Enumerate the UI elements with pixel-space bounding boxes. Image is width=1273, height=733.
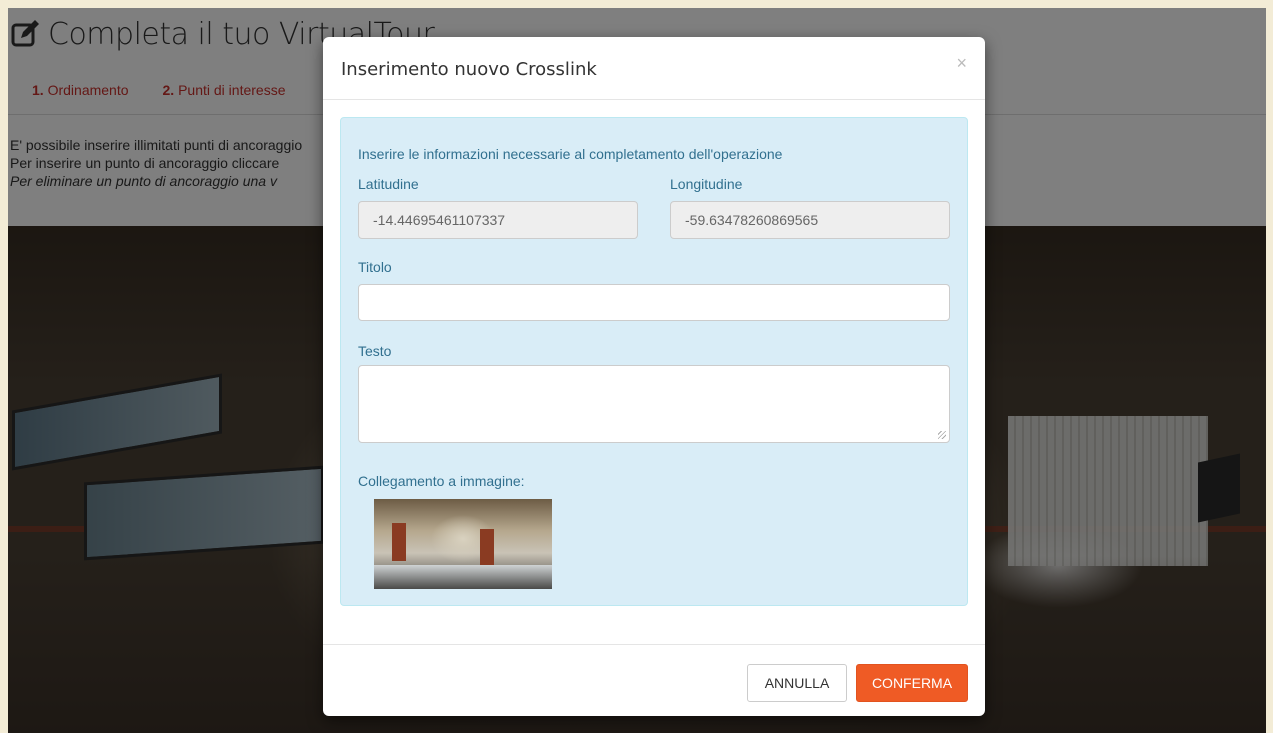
titolo-input[interactable]: [358, 284, 950, 321]
modal-header: Inserimento nuovo Crosslink ×: [323, 37, 985, 100]
latitude-field[interactable]: -14.44695461107337: [358, 201, 638, 239]
longitude-field[interactable]: -59.63478260869565: [670, 201, 950, 239]
testo-textarea[interactable]: [358, 365, 950, 443]
longitude-label: Longitudine: [670, 176, 743, 192]
image-link-label: Collegamento a immagine:: [358, 473, 525, 489]
testo-wrapper: [358, 365, 950, 443]
confirm-button[interactable]: CONFERMA: [856, 664, 968, 702]
modal-title: Inserimento nuovo Crosslink: [341, 59, 597, 80]
modal-footer: ANNULLA CONFERMA: [323, 644, 985, 716]
form-panel: Inserire le informazioni necessarie al c…: [340, 117, 968, 606]
linked-image-thumbnail[interactable]: [374, 499, 552, 589]
crosslink-modal: Inserimento nuovo Crosslink × Inserire l…: [323, 37, 985, 716]
cancel-button[interactable]: ANNULLA: [747, 664, 847, 702]
close-icon[interactable]: ×: [956, 54, 967, 72]
info-message: Inserire le informazioni necessarie al c…: [358, 146, 783, 162]
testo-label: Testo: [358, 343, 392, 359]
resize-grip-icon[interactable]: [938, 431, 946, 439]
titolo-label: Titolo: [358, 259, 392, 275]
latitude-label: Latitudine: [358, 176, 419, 192]
